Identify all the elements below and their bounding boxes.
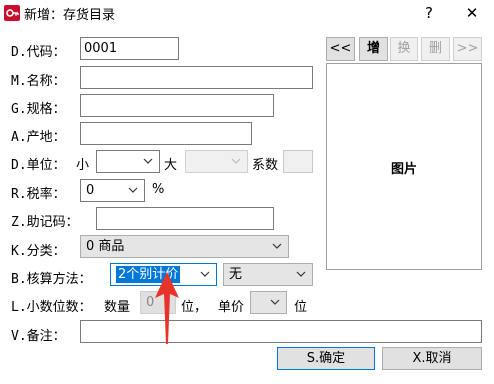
- category-label: K.分类：: [11, 244, 66, 259]
- unit-factor-label: 系数: [252, 158, 279, 173]
- chevron-down-icon: [200, 264, 212, 285]
- tax-label: R.税率：: [11, 187, 66, 202]
- mnemonic-input[interactable]: [96, 207, 274, 230]
- chevron-down-icon: [128, 180, 140, 201]
- decimals-unit-label-2: 位: [294, 300, 308, 315]
- picture-box[interactable]: 图片: [326, 63, 482, 270]
- name-label: M.名称：: [11, 74, 66, 89]
- decimals-label: L.小数位数：: [11, 300, 92, 315]
- next-record-button[interactable]: >>: [453, 37, 482, 61]
- decimals-unit-label-1: 位，: [181, 300, 208, 315]
- title-bar: 新增：存货目录 ? ✕: [0, 0, 494, 26]
- unit-small-label: 小: [76, 158, 90, 173]
- prev-record-button[interactable]: <<: [326, 37, 355, 61]
- unit-label: D.单位：: [11, 158, 66, 173]
- ok-button[interactable]: S.确定: [277, 347, 375, 370]
- category-select[interactable]: 0 商品: [80, 235, 289, 258]
- chevron-down-icon: [270, 292, 282, 313]
- unit-factor-input[interactable]: [283, 150, 313, 173]
- category-value: 0 商品: [86, 239, 125, 254]
- app-key-icon: [4, 5, 20, 21]
- chevron-down-icon: [231, 151, 243, 172]
- unit-large-label: 大: [164, 158, 178, 173]
- note-label: V.备注：: [11, 329, 66, 344]
- chevron-down-icon: [296, 264, 308, 285]
- costing-option-select[interactable]: 无: [223, 263, 313, 286]
- costing-option-value: 无: [229, 267, 243, 282]
- help-button[interactable]: ?: [416, 2, 442, 24]
- chevron-down-icon: [272, 236, 284, 257]
- price-decimals-select[interactable]: [250, 291, 287, 314]
- tax-select[interactable]: 0: [80, 179, 145, 202]
- replace-button[interactable]: 换: [390, 37, 418, 61]
- code-input[interactable]: 0001: [80, 37, 179, 60]
- name-input[interactable]: [80, 66, 313, 89]
- mnemonic-label: Z.助记码：: [11, 215, 79, 230]
- close-button[interactable]: ✕: [458, 2, 486, 24]
- price-label: 单价: [218, 300, 245, 315]
- red-arrow-annotation: [155, 272, 179, 344]
- qty-label: 数量: [104, 300, 131, 315]
- chevron-down-icon: [143, 151, 155, 172]
- tax-percent-label: %: [152, 182, 165, 197]
- costing-label: B.核算方法：: [11, 272, 92, 287]
- cancel-button[interactable]: X.取消: [382, 347, 482, 370]
- unit-large-select[interactable]: [185, 150, 248, 173]
- picture-label: 图片: [390, 162, 417, 177]
- window-title: 新增：存货目录: [24, 8, 116, 23]
- origin-label: A.产地：: [11, 130, 66, 145]
- tax-value: 0: [86, 183, 95, 198]
- note-input[interactable]: [80, 320, 482, 343]
- origin-input[interactable]: [80, 122, 252, 145]
- spec-input[interactable]: [80, 94, 274, 117]
- unit-small-select[interactable]: [96, 150, 160, 173]
- spec-label: G.规格：: [11, 102, 66, 117]
- delete-button[interactable]: 删: [421, 37, 450, 61]
- add-button[interactable]: 增: [359, 37, 388, 61]
- code-label: D.代码：: [11, 45, 66, 60]
